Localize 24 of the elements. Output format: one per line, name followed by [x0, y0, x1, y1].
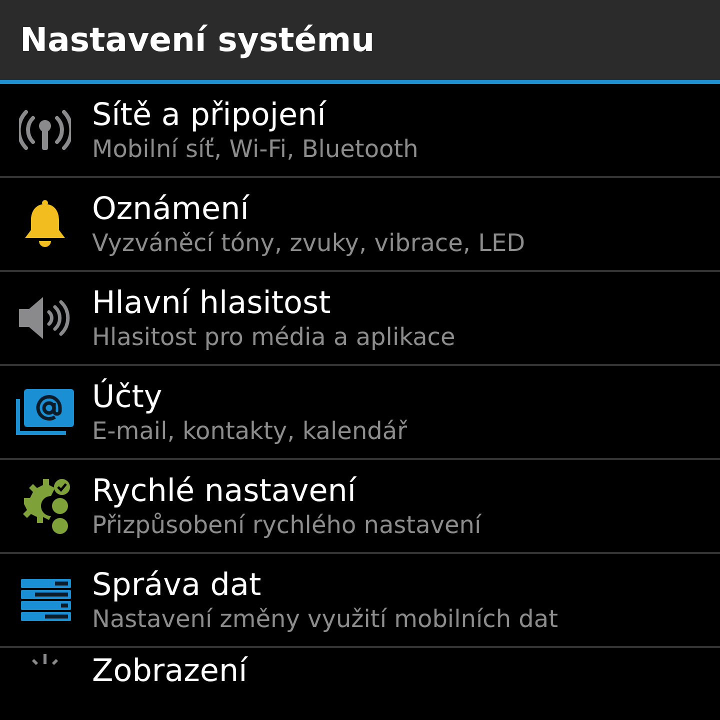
screen-title: Nastavení systému: [20, 19, 375, 62]
item-title: Účty: [92, 378, 164, 416]
settings-item[interactable]: Sítě a připojení Mobilní síť, Wi-Fi, Bluetooth: [0, 84, 720, 178]
settings-item[interactable]: Správa dat Nastavení změny využití mobilních dat: [0, 554, 720, 648]
item-title: Oznámení: [92, 190, 250, 228]
item-title: Zobrazení: [92, 652, 248, 690]
settings-item[interactable]: Rychlé nastavení Přizpůsobení rychlého nastavení: [0, 460, 720, 554]
item-title: Správa dat: [92, 566, 262, 604]
settings-item[interactable]: Oznámení Vyzváněcí tóny, zvuky, vibrace, LED: [0, 178, 720, 272]
storage-icon: [19, 577, 71, 623]
item-subtitle: E-mail, kontakty, kalendář: [92, 416, 407, 446]
settings-item[interactable]: Hlavní hlasitost Hlasitost pro média a aplikace: [0, 272, 720, 366]
settings-item[interactable]: Zobrazení: [0, 648, 720, 708]
item-title: Hlavní hlasitost: [92, 284, 332, 322]
item-title: Sítě a připojení: [92, 96, 328, 134]
item-subtitle: Nastavení změny využití mobilních dat: [92, 604, 558, 634]
settings-item[interactable]: Účty E-mail, kontakty, kalendář: [0, 366, 720, 460]
bell-icon: [22, 198, 68, 250]
item-subtitle: Přizpůsobení rychlého nastavení: [92, 510, 482, 540]
email-icon: [14, 387, 76, 437]
item-subtitle: Mobilní síť, Wi-Fi, Bluetooth: [92, 134, 418, 164]
item-subtitle: Vyzváněcí tóny, zvuky, vibrace, LED: [92, 228, 526, 258]
item-title: Rychlé nastavení: [92, 472, 358, 510]
item-subtitle: Hlasitost pro média a aplikace: [92, 322, 456, 352]
